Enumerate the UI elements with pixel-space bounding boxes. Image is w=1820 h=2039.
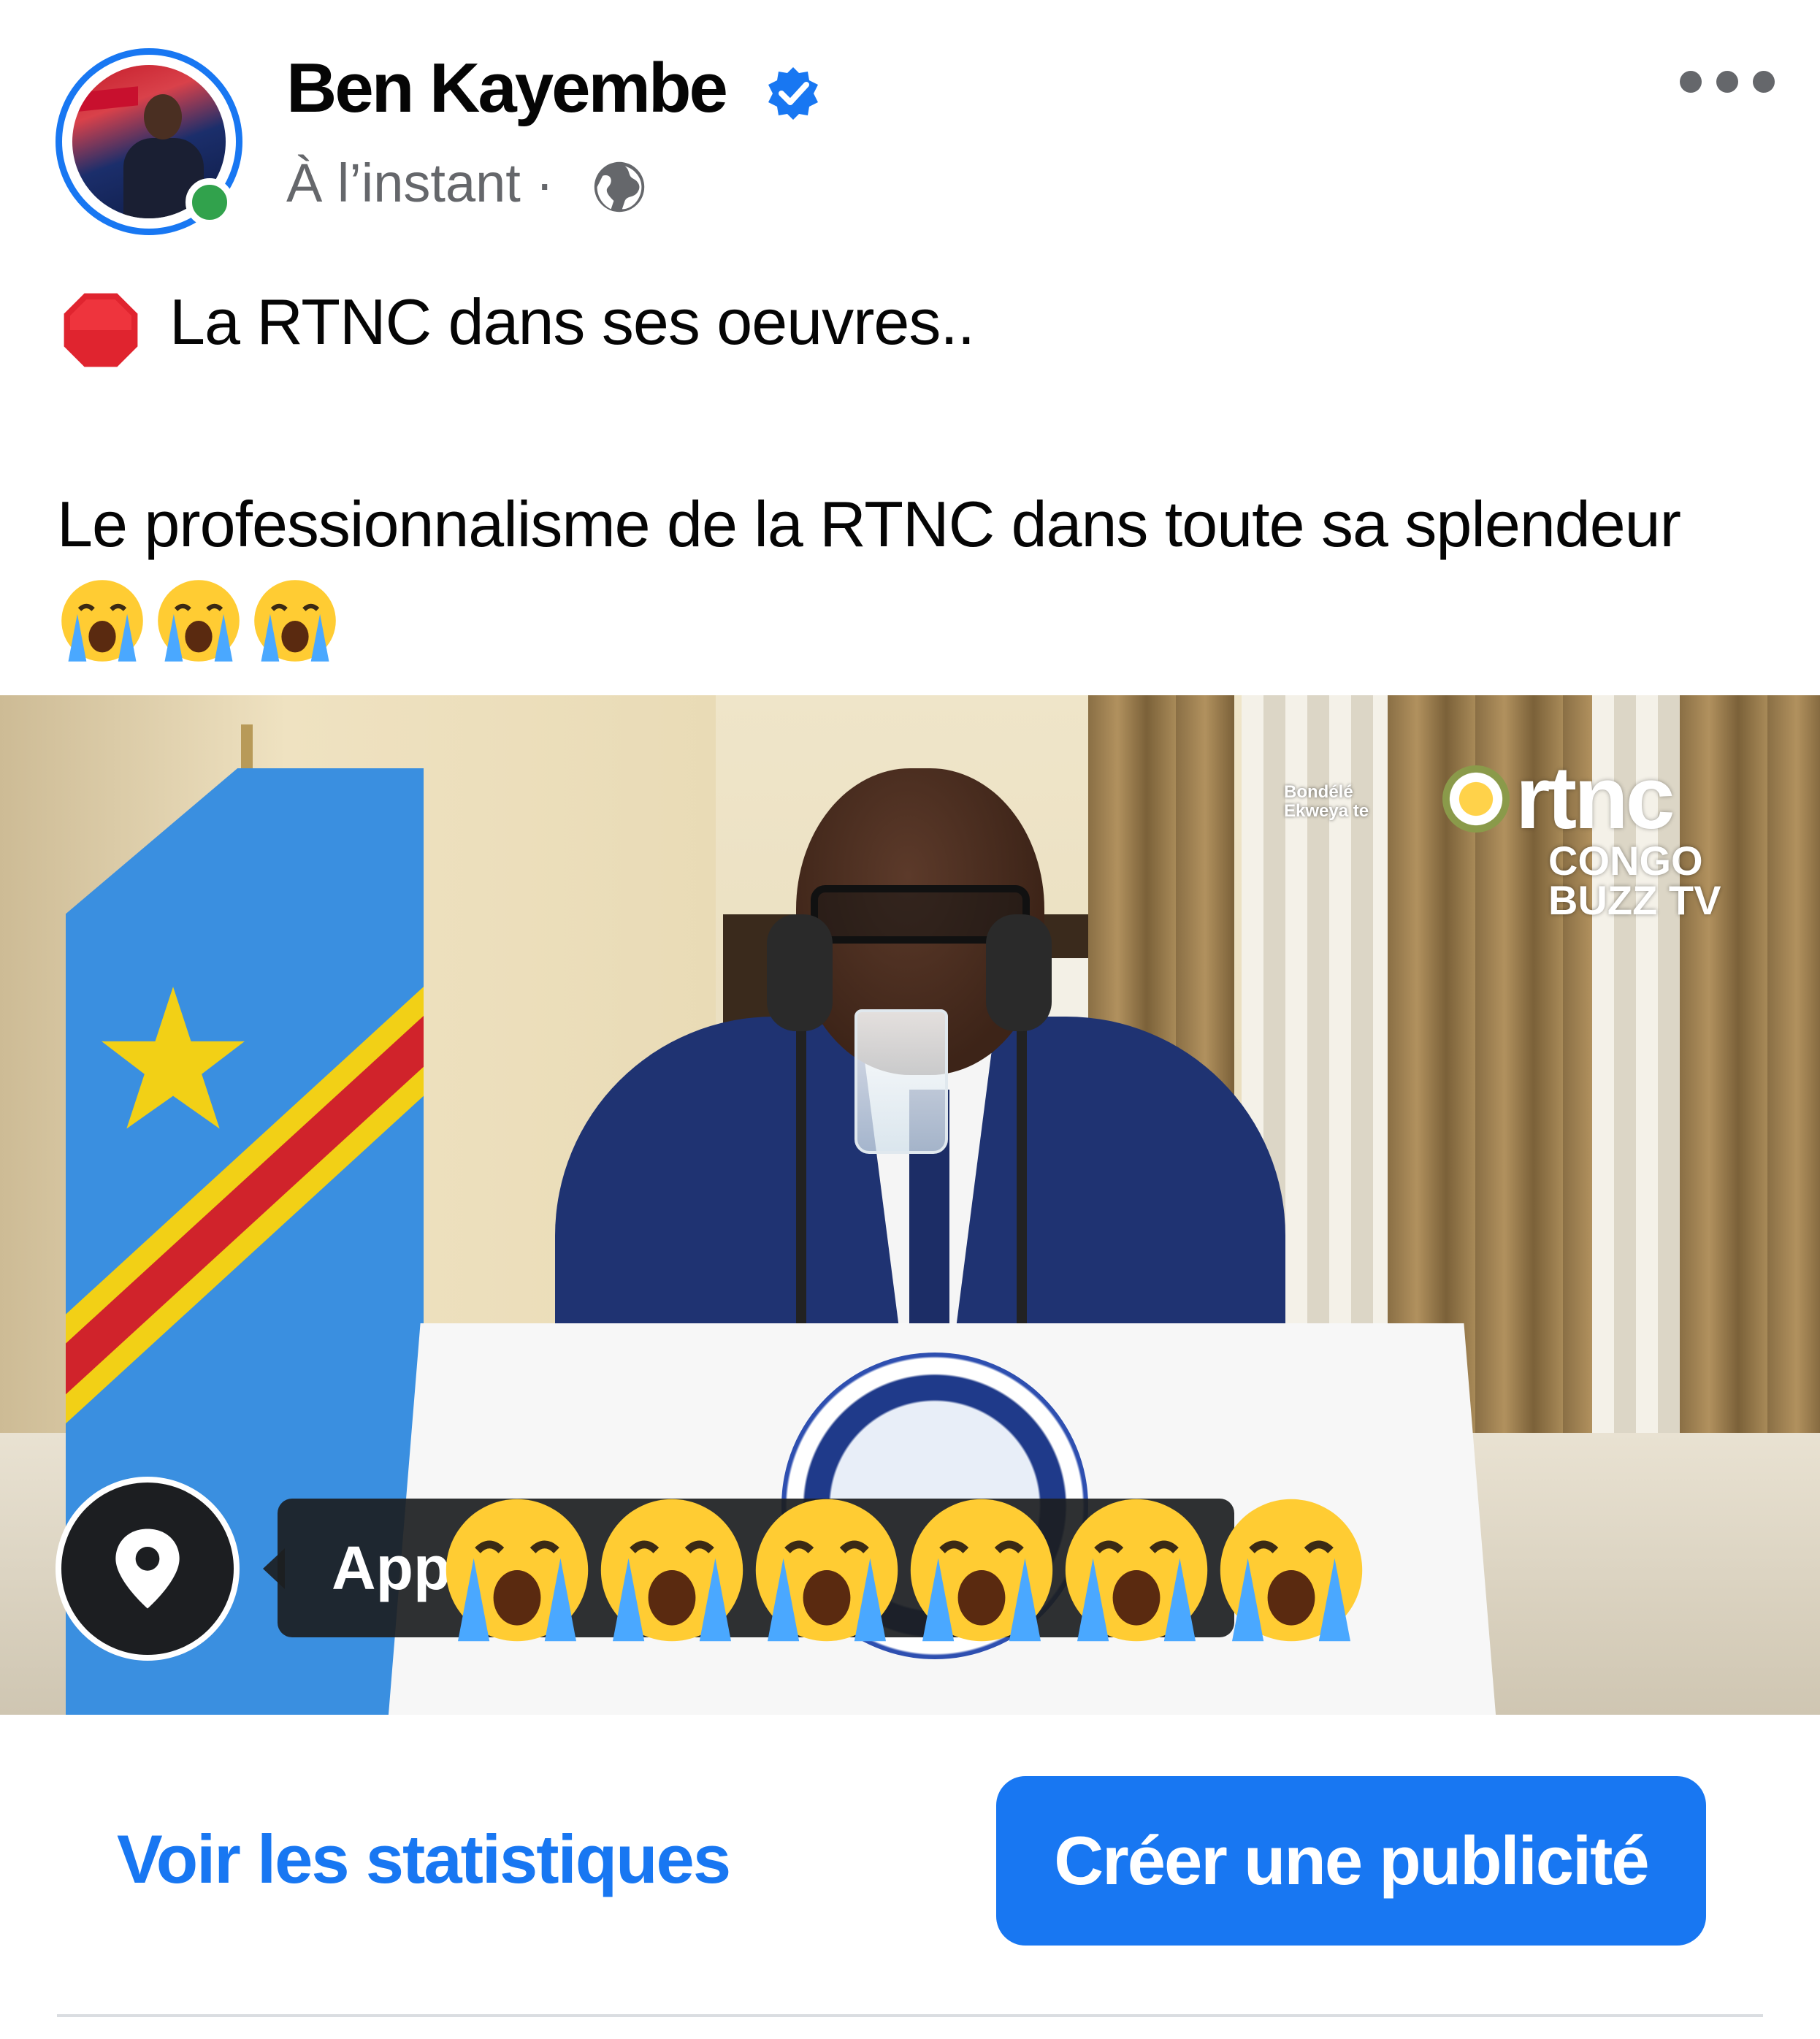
microphone bbox=[767, 914, 833, 1031]
channel-emblem-icon bbox=[1442, 765, 1510, 833]
globe-icon[interactable] bbox=[592, 159, 647, 215]
crying-face-icon bbox=[254, 580, 336, 662]
post-meta: À l’instant · bbox=[286, 150, 554, 216]
location-button[interactable] bbox=[56, 1477, 240, 1661]
overlay-emoji-row bbox=[438, 1491, 1373, 1652]
meta-separator: · bbox=[535, 153, 554, 213]
congo-buzz-line1: CONGO bbox=[1548, 838, 1703, 884]
online-status-dot bbox=[186, 178, 234, 226]
post-video[interactable]: Bondélé Ekweya te rtnc CONGO BUZZ TV App bbox=[0, 695, 1820, 1715]
post-body: Le professionnalisme de la RTNC dans tou… bbox=[57, 475, 1773, 673]
crying-face-icon bbox=[158, 580, 240, 662]
congo-buzz-line2: BUZZ TV bbox=[1548, 877, 1721, 923]
create-ad-button[interactable]: Créer une publicité bbox=[996, 1776, 1706, 1946]
post-body-text: Le professionnalisme de la RTNC dans tou… bbox=[57, 488, 1681, 560]
crying-face-icon bbox=[910, 1499, 1053, 1642]
view-insights-link[interactable]: Voir les statistiques bbox=[117, 1816, 731, 1903]
verified-badge-icon bbox=[768, 67, 818, 120]
congo-buzz-watermark: CONGO BUZZ TV bbox=[1548, 838, 1721, 923]
video-badge-line2: Ekweya te bbox=[1284, 801, 1369, 821]
author-name[interactable]: Ben Kayembe bbox=[286, 48, 728, 129]
stop-sign-icon bbox=[64, 293, 138, 367]
microphone-stand bbox=[796, 1017, 806, 1323]
post-timestamp[interactable]: À l’instant bbox=[286, 153, 521, 213]
crying-face-icon bbox=[61, 580, 143, 662]
crying-face-icon bbox=[755, 1499, 898, 1642]
crying-face-icon bbox=[1220, 1499, 1363, 1642]
divider bbox=[57, 2014, 1763, 2017]
crying-face-icon bbox=[1065, 1499, 1208, 1642]
microphone bbox=[986, 914, 1052, 1031]
more-options-icon[interactable] bbox=[1680, 60, 1775, 104]
crying-face-icon bbox=[600, 1499, 743, 1642]
video-badge: Bondélé Ekweya te bbox=[1284, 783, 1369, 821]
water-glass bbox=[854, 1009, 948, 1154]
video-badge-line1: Bondélé bbox=[1284, 782, 1353, 802]
location-pin-icon bbox=[115, 1529, 180, 1609]
crying-face-icon bbox=[446, 1499, 589, 1642]
microphone-stand bbox=[1017, 1017, 1027, 1323]
post-headline: La RTNC dans ses oeuvres.. bbox=[169, 286, 975, 358]
location-tooltip-text: App bbox=[332, 1534, 451, 1602]
facebook-post: Ben Kayembe À l’instant · La RTNC dans s… bbox=[0, 0, 1820, 2039]
rtnc-watermark: rtnc bbox=[1515, 748, 1675, 847]
